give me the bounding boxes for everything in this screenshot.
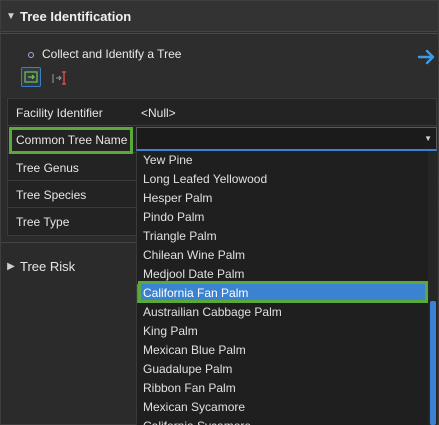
chevron-down-icon[interactable]: ▼ — [424, 134, 432, 143]
dropdown-item[interactable]: Medjool Date Palm — [137, 265, 428, 284]
dropdown-item[interactable]: Mexican Sycamore — [137, 398, 428, 417]
dropdown-item[interactable]: King Palm — [137, 322, 428, 341]
common-tree-name-combobox[interactable]: ▼ — [136, 127, 437, 151]
tree-risk-header[interactable]: ▶ Tree Risk — [1, 252, 136, 280]
attribute-label: Tree Species — [16, 188, 87, 202]
dropdown-item[interactable]: Austrailian Cabbage Palm — [137, 303, 428, 322]
dropdown-item-selected[interactable]: California Fan Palm — [137, 284, 428, 303]
attribute-value[interactable]: <Null> — [141, 106, 176, 120]
section-title: Tree Identification — [20, 8, 132, 24]
dropdown-item[interactable]: Chilean Wine Palm — [137, 246, 428, 265]
section-divider — [1, 242, 137, 243]
dropdown-item[interactable]: California Sycamore — [137, 417, 428, 425]
section-title: Tree Risk — [20, 258, 76, 274]
attribute-row-facility-identifier: Facility Identifier <Null> — [8, 99, 438, 126]
dropdown-item[interactable]: Ribbon Fan Palm — [137, 379, 428, 398]
attribute-label: Common Tree Name — [16, 133, 128, 147]
dropdown-item[interactable]: Yew Pine — [137, 151, 428, 170]
arrow-right-icon[interactable] — [417, 48, 437, 66]
dropdown-item[interactable]: Mexican Blue Palm — [137, 341, 428, 360]
chevron-down-icon[interactable]: ▼ — [4, 11, 18, 22]
task-area: Collect and Identify a Tree — [1, 33, 438, 97]
dropdown-item[interactable]: Hesper Palm — [137, 189, 428, 208]
chevron-right-icon[interactable]: ▶ — [4, 261, 18, 272]
task-bullet-icon — [28, 52, 34, 58]
attribute-label: Tree Type — [16, 215, 70, 229]
edit-form-icon[interactable] — [21, 67, 41, 87]
dropdown-item[interactable]: Long Leafed Yellowood — [137, 170, 428, 189]
dropdown-item[interactable]: Pindo Palm — [137, 208, 428, 227]
dropdown-scrollbar[interactable] — [428, 151, 437, 425]
attribute-label: Facility Identifier — [16, 106, 103, 120]
dropdown-item[interactable]: Guadalupe Palm — [137, 360, 428, 379]
scrollbar-thumb[interactable] — [430, 301, 436, 425]
dropdown-item[interactable]: Triangle Palm — [137, 227, 428, 246]
task-title: Collect and Identify a Tree — [42, 47, 182, 61]
cursor-field-icon[interactable] — [50, 68, 70, 88]
attribute-label: Tree Genus — [16, 161, 79, 175]
tree-name-dropdown-list[interactable]: Yew Pine Long Leafed Yellowood Hesper Pa… — [136, 151, 437, 425]
tree-identification-header[interactable]: ▼ Tree Identification — [1, 1, 438, 32]
